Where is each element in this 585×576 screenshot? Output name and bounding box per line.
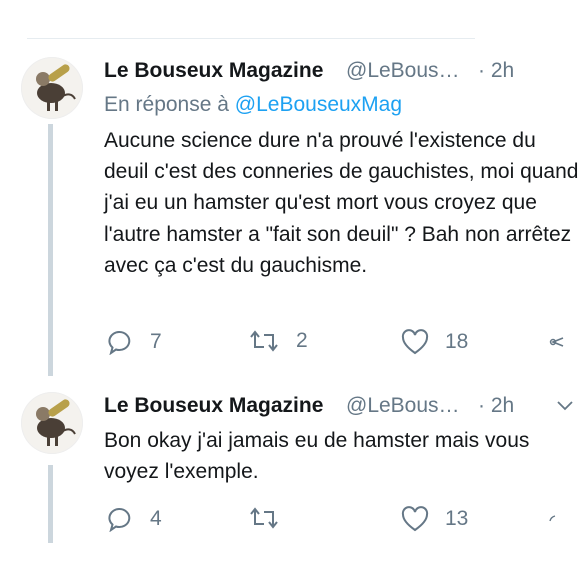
reply-icon [108, 507, 131, 532]
divider [27, 38, 475, 39]
author-handle[interactable]: @LeBous… [346, 59, 460, 83]
author-name[interactable]: Le Bouseux Magazine [104, 394, 323, 418]
share-icon [549, 337, 564, 347]
like-count: 18 [445, 330, 469, 353]
avatar[interactable] [21, 57, 83, 119]
share-button[interactable] [549, 514, 557, 522]
reply-count: 4 [150, 507, 162, 530]
reply-button[interactable]: 4 [106, 506, 162, 532]
timestamp[interactable]: · 2h [478, 59, 514, 83]
like-count: 13 [445, 507, 469, 530]
retweet-count: 2 [296, 329, 308, 352]
reply-to-link[interactable]: @LeBouseuxMag [235, 93, 402, 116]
tweet-text: Aucune science dure n'a prouvé l'existen… [104, 129, 579, 277]
tweet-text: Bon okay j'ai jamais eu de hamster mais … [104, 429, 530, 484]
like-button[interactable]: 18 [401, 329, 468, 355]
thread-line [48, 124, 53, 376]
chevron-down-icon[interactable] [556, 400, 574, 412]
reply-prefix: En réponse à [104, 93, 229, 116]
reply-button[interactable]: 7 [106, 329, 162, 355]
reply-context: En réponse à @LeBouseuxMag [104, 93, 402, 117]
avatar[interactable] [21, 392, 83, 454]
author-handle[interactable]: @LeBous… [346, 394, 460, 418]
like-icon [401, 329, 429, 355]
share-icon [549, 515, 556, 522]
reply-count: 7 [150, 330, 162, 353]
thread-line [48, 465, 53, 543]
retweet-button[interactable] [248, 506, 298, 530]
retweet-icon [250, 507, 278, 529]
author-name[interactable]: Le Bouseux Magazine [104, 59, 323, 83]
like-icon [401, 506, 429, 532]
share-button[interactable] [549, 335, 565, 349]
reply-icon [108, 330, 131, 355]
like-button[interactable]: 13 [401, 506, 468, 532]
retweet-button[interactable]: 2 [248, 329, 308, 353]
timestamp[interactable]: · 2h [478, 394, 514, 418]
retweet-icon [250, 330, 278, 352]
